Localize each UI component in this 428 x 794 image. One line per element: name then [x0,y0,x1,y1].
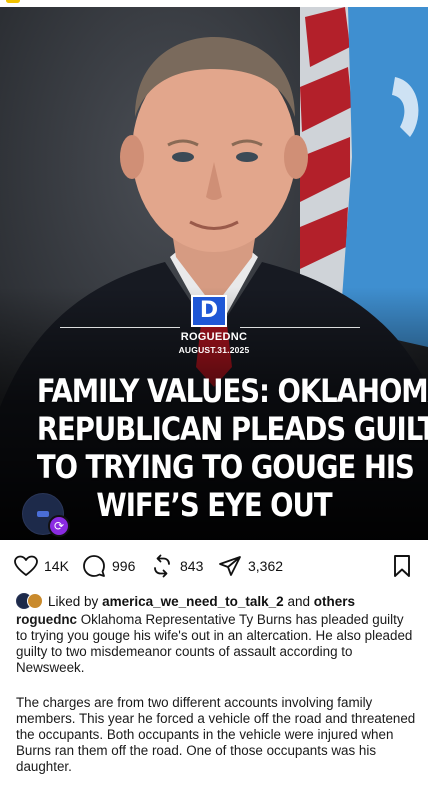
action-bar: 14K 996 843 3,362 [14,552,414,580]
repost-icon [154,554,170,578]
story-indicator [6,0,20,3]
top-strip [0,0,428,7]
send-icon [219,556,241,576]
liked-by-text: Liked by america_we_need_to_talk_2 and o… [48,594,355,609]
repost-button[interactable]: 843 [150,552,203,580]
divider-right [240,327,360,328]
headline-line: FAMILY VALUES: OKLAHOMA [36,372,428,410]
headline: FAMILY VALUES: OKLAHOMA REPUBLICAN PLEAD… [36,372,428,524]
caption: roguednc Oklahoma Representative Ty Burn… [16,612,416,676]
left-eye [172,152,194,162]
likes-count: 14K [44,558,69,574]
bookmark-icon [394,555,410,577]
liked-by-others-link[interactable]: others [314,594,355,609]
brand-name: ROGUEDNC [180,331,248,343]
shares-count: 3,362 [248,558,284,574]
headline-line: REPUBLICAN PLEADS GUILTY [36,410,428,448]
reposts-count: 843 [180,558,204,574]
left-ear [120,135,144,179]
save-button[interactable] [392,554,412,583]
heart-icon [14,555,38,576]
share-button[interactable]: 3,362 [218,552,283,580]
comments-count: 996 [112,558,136,574]
liked-by: Liked by america_we_need_to_talk_2 and o… [16,592,355,610]
divider-left [60,327,180,328]
right-eye [236,152,258,162]
liker-avatar[interactable] [27,593,43,609]
comment-button[interactable]: 996 [82,552,135,580]
brand-logo: D [191,295,227,327]
headline-line: TO TRYING TO GOUGE HIS [36,448,415,486]
liked-by-user-link[interactable]: america_we_need_to_talk_2 [102,594,284,609]
collab-icon[interactable]: ⟳ [48,515,70,537]
comment-icon [83,555,105,577]
liked-by-prefix: Liked by [48,593,99,609]
caption-paragraph: The charges are from two different accou… [16,695,416,774]
post-image[interactable]: D ROGUEDNC AUGUST.31.2025 FAMILY VALUES:… [0,7,428,540]
caption-username[interactable]: roguednc [16,612,77,627]
headline-line: WIFE’S EYE OUT [96,486,332,524]
liked-by-and: and [287,593,310,609]
right-ear [284,135,308,179]
post-date: AUGUST.31.2025 [178,345,250,355]
like-button[interactable]: 14K [14,552,69,580]
